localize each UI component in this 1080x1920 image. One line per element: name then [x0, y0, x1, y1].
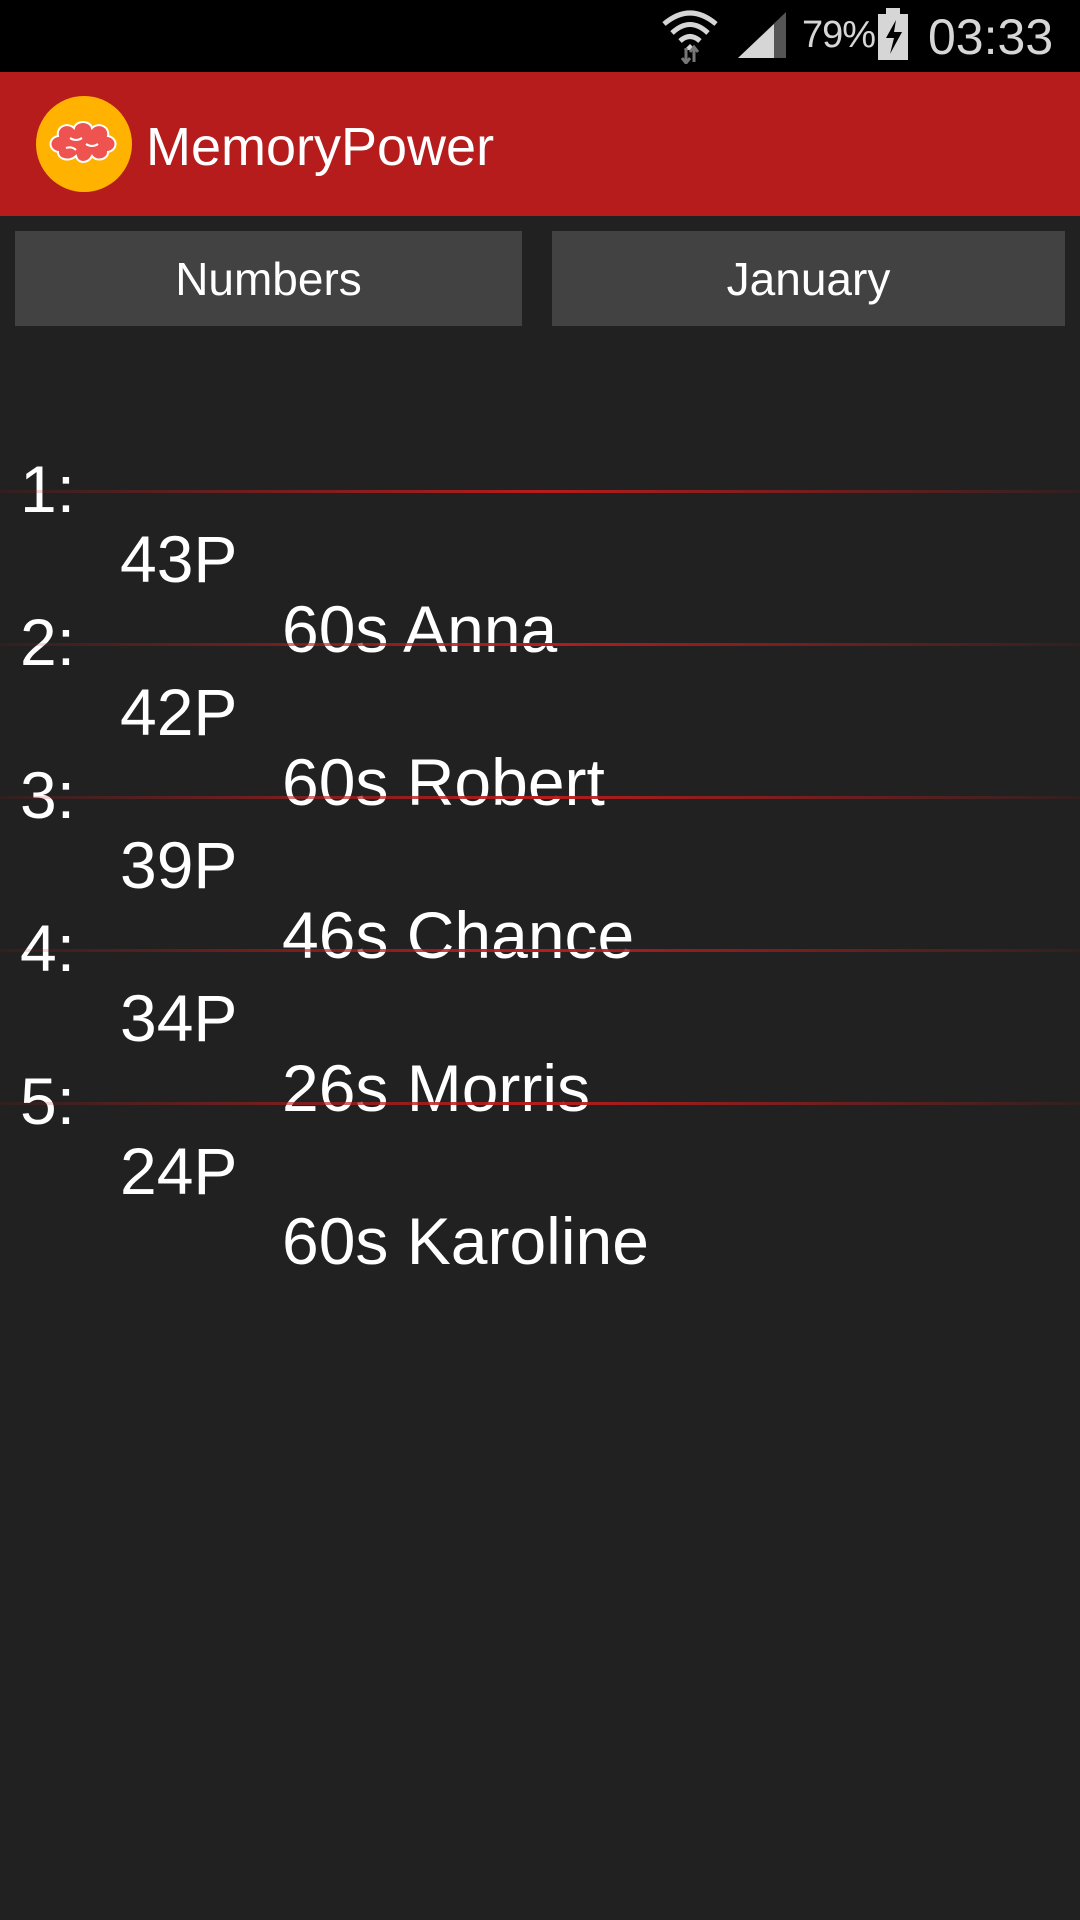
list-item[interactable]: 3: 39P 46s Chance — [0, 646, 1080, 970]
app-logo[interactable] — [36, 96, 132, 192]
divider — [0, 1102, 1080, 1105]
rank: 5: — [20, 1064, 76, 1138]
list-item[interactable]: 5: 24P 60s Karoline — [0, 952, 1080, 1276]
category-selector[interactable]: Numbers — [15, 231, 522, 326]
list-item[interactable]: 2: 42P 60s Robert — [0, 493, 1080, 817]
brain-icon — [49, 121, 117, 163]
list-item[interactable]: 4: 34P 26s Morris — [0, 799, 1080, 1123]
wifi-icon — [662, 10, 718, 64]
status-bar: 79% 03:33 — [0, 0, 1080, 72]
app-title: MemoryPower — [146, 117, 495, 177]
points: 24P — [120, 1134, 238, 1208]
list-item[interactable]: 1: 43P 60s Anna — [0, 340, 1080, 664]
battery-charging-icon — [878, 8, 908, 60]
clock: 03:33 — [928, 9, 1054, 65]
app-bar: MemoryPower — [0, 72, 1080, 216]
highscore-list: 1: 43P 60s Anna 2: 42P 60s Robert 3: 39P… — [0, 340, 1080, 1276]
time-and-name: 60s Karoline — [282, 1204, 649, 1278]
signal-icon — [738, 12, 786, 58]
period-selector[interactable]: January — [552, 231, 1065, 326]
battery-percent: 79% — [802, 14, 876, 56]
